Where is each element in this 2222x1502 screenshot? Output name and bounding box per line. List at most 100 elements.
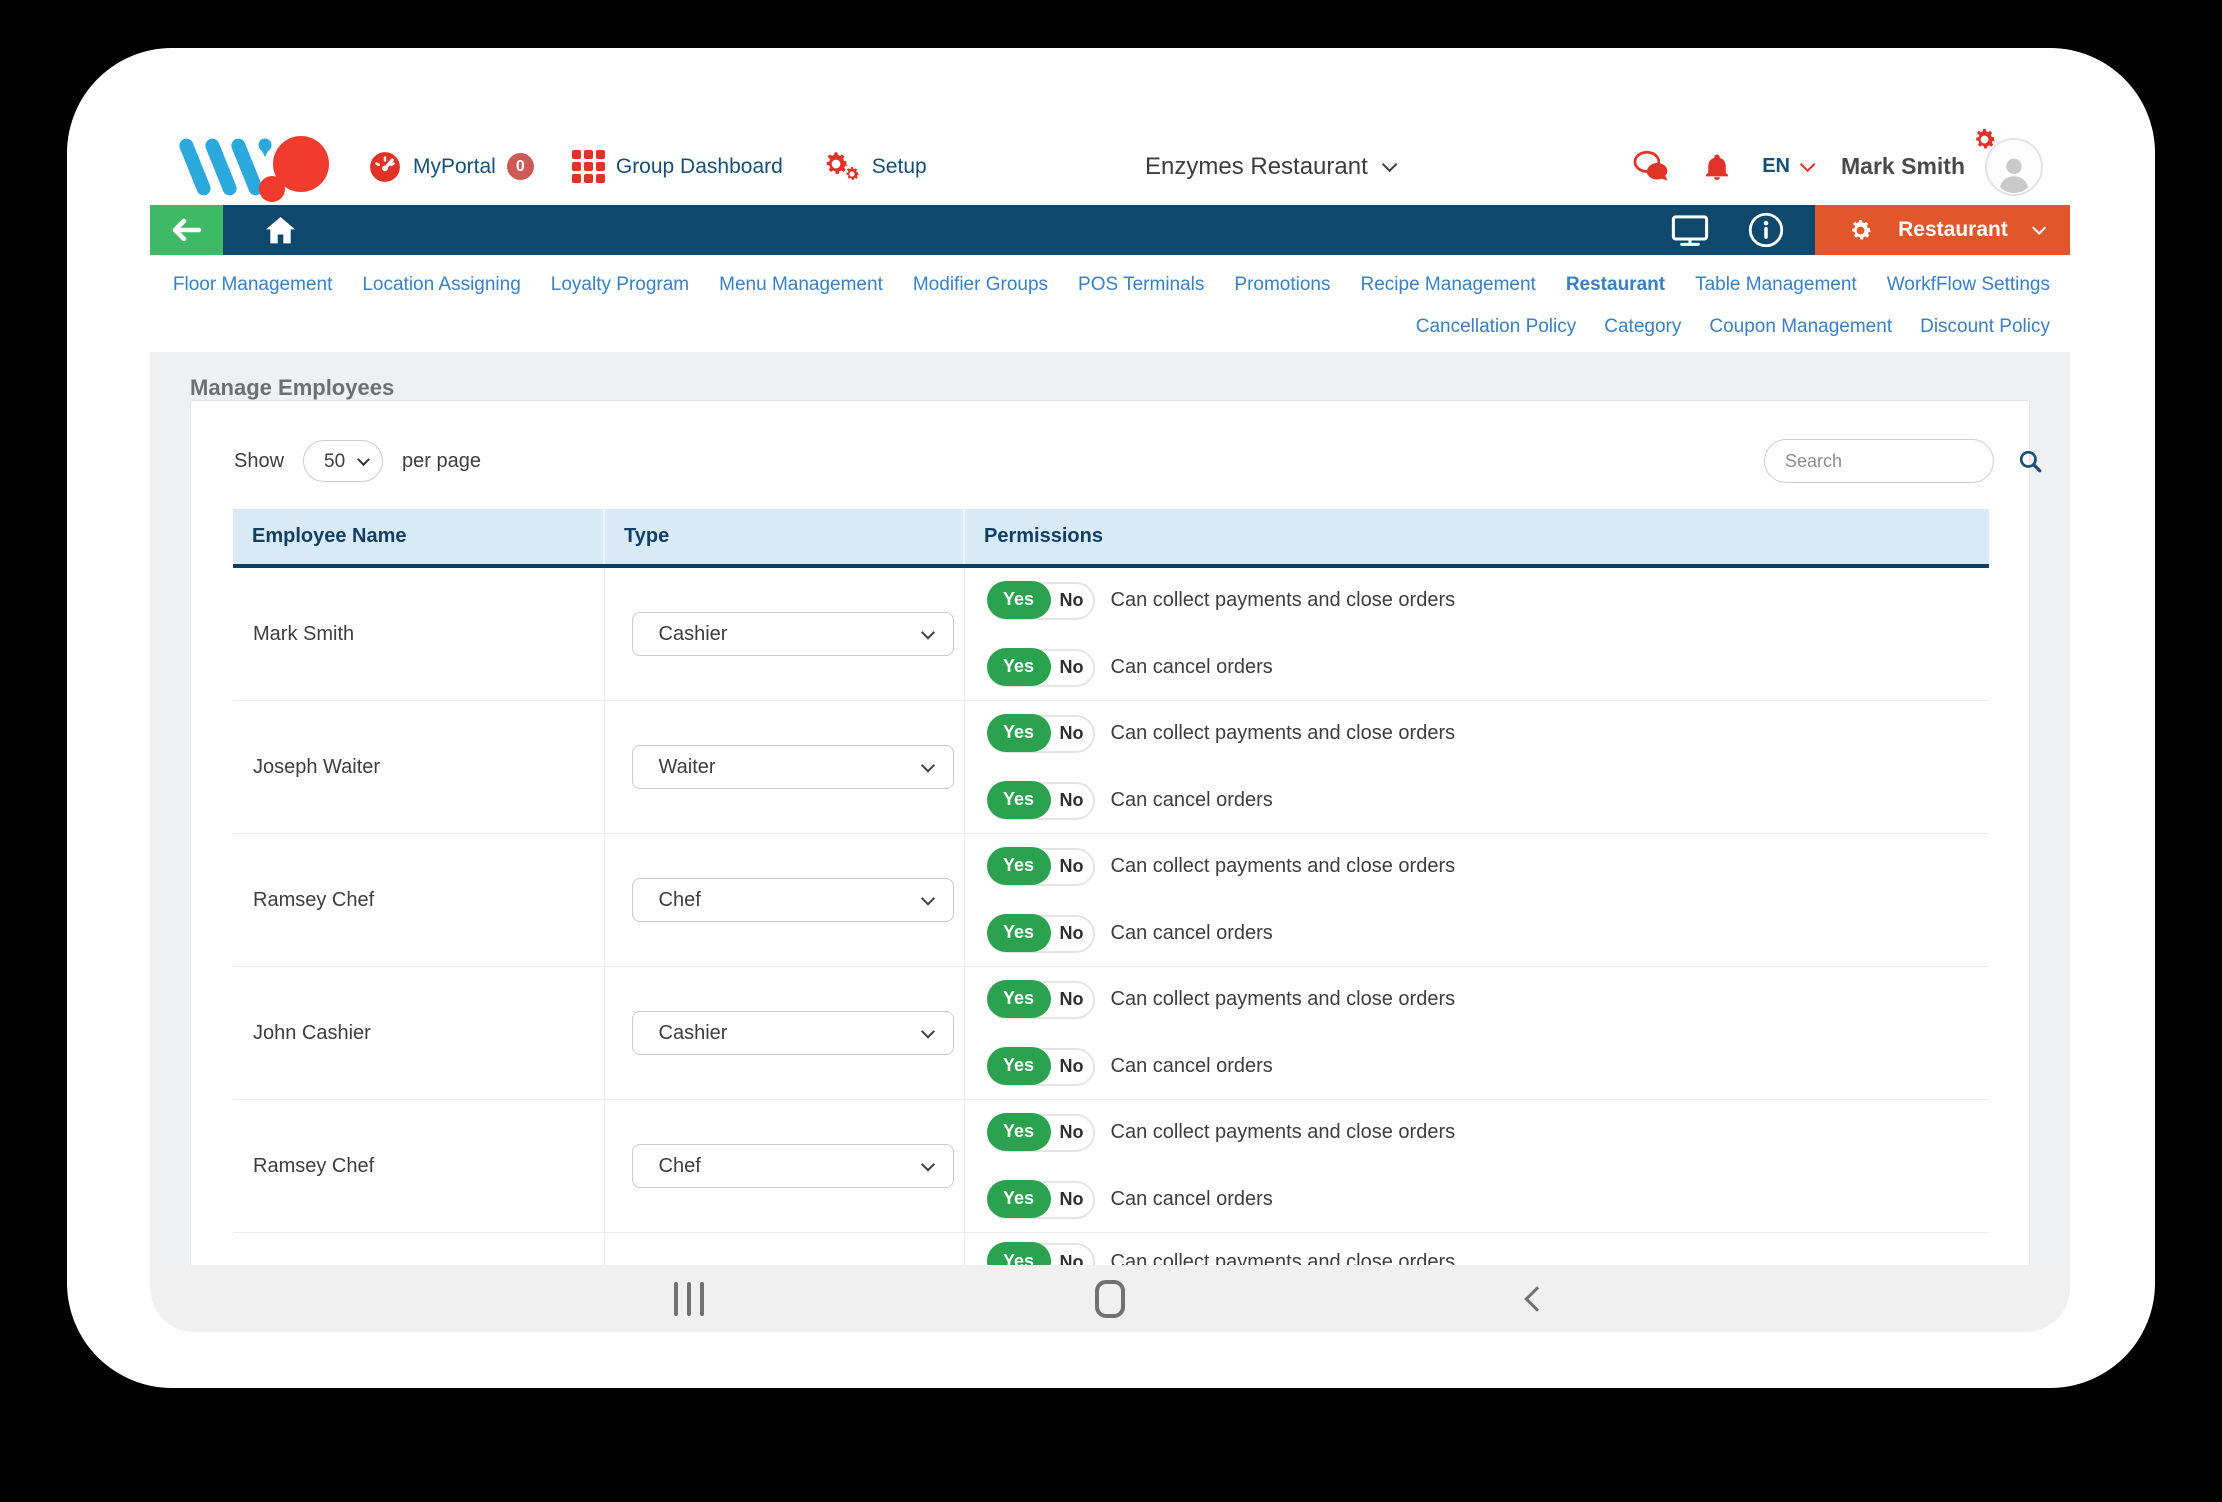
toggle-no-button[interactable]: No [1051,923,1093,944]
recents-button[interactable] [674,1282,704,1316]
user-menu[interactable]: Mark Smith [1841,138,2043,196]
permission-toggle[interactable]: Yes No [987,715,1095,753]
toggle-no-button[interactable]: No [1051,1056,1093,1077]
toggle-yes-button[interactable]: Yes [987,714,1051,752]
notifications-bell-icon[interactable] [1702,152,1732,182]
nav-link-menu-management[interactable]: Menu Management [719,274,883,296]
speedometer-icon [368,150,402,184]
toggle-yes-button[interactable]: Yes [987,847,1051,885]
permission-toggle[interactable]: Yes No [987,915,1095,953]
table-row: Ramsey Chef Chef Yes No Can collect paym… [233,834,1989,967]
toggle-yes-button[interactable]: Yes [987,1180,1051,1218]
toggle-no-button[interactable]: No [1051,590,1093,611]
module-nav-row-1: Floor Management Location Assigning Loyalt… [150,272,2050,298]
table-row: Joseph Waiter Waiter Yes No Can collect … [233,701,1989,834]
tablet-back-button[interactable] [1524,1286,1549,1311]
permission-toggle[interactable]: Yes No [987,649,1095,687]
nav-link-discount-policy[interactable]: Discount Policy [1920,316,2050,338]
language-selector[interactable]: EN [1762,155,1811,178]
nav-link-recipe-management[interactable]: Recipe Management [1361,274,1536,296]
permission-toggle[interactable]: Yes No [987,1048,1095,1086]
per-page-select-wrap: 50 [303,440,383,482]
nav-link-table-management[interactable]: Table Management [1695,274,1857,296]
nav-link-promotions[interactable]: Promotions [1234,274,1330,296]
location-name: Enzymes Restaurant [1145,153,1368,181]
type-select-wrap: Waiter [632,745,954,789]
show-label: Show [234,450,284,473]
toggle-no-button[interactable]: No [1051,1252,1093,1266]
toggle-yes-button[interactable]: Yes [987,980,1051,1018]
permission-toggle[interactable]: Yes No [987,782,1095,820]
permission-toggle[interactable]: Yes No [987,1243,1095,1265]
toggle-yes-button[interactable]: Yes [987,648,1051,686]
type-select[interactable]: Chef [633,879,953,921]
nav-link-location-assigning[interactable]: Location Assigning [362,274,520,296]
search-icon[interactable] [2017,448,2043,474]
type-select[interactable]: Waiter [633,746,953,788]
toggle-no-button[interactable]: No [1051,989,1093,1010]
permission-row: Yes No Can cancel orders [987,1048,1990,1086]
permission-label: Can collect payments and close orders [1111,1121,1456,1144]
toggle-no-button[interactable]: No [1051,790,1093,811]
toggle-yes-button[interactable]: Yes [987,914,1051,952]
toggle-no-button[interactable]: No [1051,1189,1093,1210]
nav-link-category[interactable]: Category [1604,316,1681,338]
myportal-button[interactable]: MyPortal 0 [368,150,534,184]
context-restaurant-button[interactable]: Restaurant [1815,205,2070,255]
table-row: Ramsey Chef Chef Yes No Can collect paym… [233,1100,1989,1233]
type-select[interactable]: Chef [633,1145,953,1187]
toggle-no-button[interactable]: No [1051,657,1093,678]
nav-link-workfflow-settings[interactable]: WorkfFlow Settings [1887,274,2050,296]
avatar[interactable] [1985,138,2043,196]
per-page-select[interactable]: 50 [304,441,382,481]
context-label: Restaurant [1894,218,2012,242]
tablet-home-button[interactable] [1095,1280,1125,1318]
nav-link-modifier-groups[interactable]: Modifier Groups [913,274,1048,296]
toggle-yes-button[interactable]: Yes [987,781,1051,819]
search-input[interactable] [1785,451,2017,472]
chat-icon[interactable] [1632,150,1672,184]
toggle-no-button[interactable]: No [1051,856,1093,877]
home-button[interactable] [265,216,296,244]
type-select-wrap: Chef [632,1144,954,1188]
nav-link-cancellation-policy[interactable]: Cancellation Policy [1416,316,1577,338]
column-permissions: Permissions [964,509,1989,566]
toggle-no-button[interactable]: No [1051,1122,1093,1143]
permission-toggle[interactable]: Yes No [987,582,1095,620]
setup-label: Setup [872,155,927,179]
type-select[interactable]: Cashier [633,1012,953,1054]
toggle-yes-button[interactable]: Yes [987,1242,1051,1265]
setup-button[interactable]: Setup [821,149,927,185]
arrow-left-icon [169,215,205,245]
toggle-yes-button[interactable]: Yes [987,1113,1051,1151]
nav-link-floor-management[interactable]: Floor Management [173,274,332,296]
display-monitor-icon[interactable] [1669,212,1711,248]
brand-logo [167,128,332,206]
permission-toggle[interactable]: Yes No [987,1114,1095,1152]
nav-link-pos-terminals[interactable]: POS Terminals [1078,274,1204,296]
permission-toggle[interactable]: Yes No [987,981,1095,1019]
toggle-yes-button[interactable]: Yes [987,1047,1051,1085]
employees-card: Show 50 per page [190,400,2030,1265]
info-icon[interactable] [1747,211,1785,249]
permission-row: Yes No Can cancel orders [987,782,1990,820]
nav-link-restaurant[interactable]: Restaurant [1566,274,1665,296]
grid-icon [572,150,605,183]
back-button[interactable] [150,205,223,255]
table-body: Mark Smith Cashier Yes No Can collect pa… [233,566,1989,1265]
permission-toggle[interactable]: Yes No [987,848,1095,886]
table-row: John Cashier Cashier Yes No Can collect … [233,967,1989,1100]
nav-link-coupon-management[interactable]: Coupon Management [1709,316,1892,338]
chevron-down-icon [1800,157,1816,173]
permission-label: Can cancel orders [1111,789,1273,812]
header-right: EN Mark Smith [1632,138,2055,196]
tablet-frame: MyPortal 0 Group Dashboard Setup [67,48,2155,1388]
location-selector[interactable]: Enzymes Restaurant [1145,128,1393,205]
group-dashboard-button[interactable]: Group Dashboard [572,150,783,183]
column-employee-name: Employee Name [233,509,604,566]
nav-link-loyalty-program[interactable]: Loyalty Program [551,274,689,296]
toggle-yes-button[interactable]: Yes [987,581,1051,619]
permission-toggle[interactable]: Yes No [987,1181,1095,1219]
toggle-no-button[interactable]: No [1051,723,1093,744]
type-select[interactable]: Cashier [633,613,953,655]
